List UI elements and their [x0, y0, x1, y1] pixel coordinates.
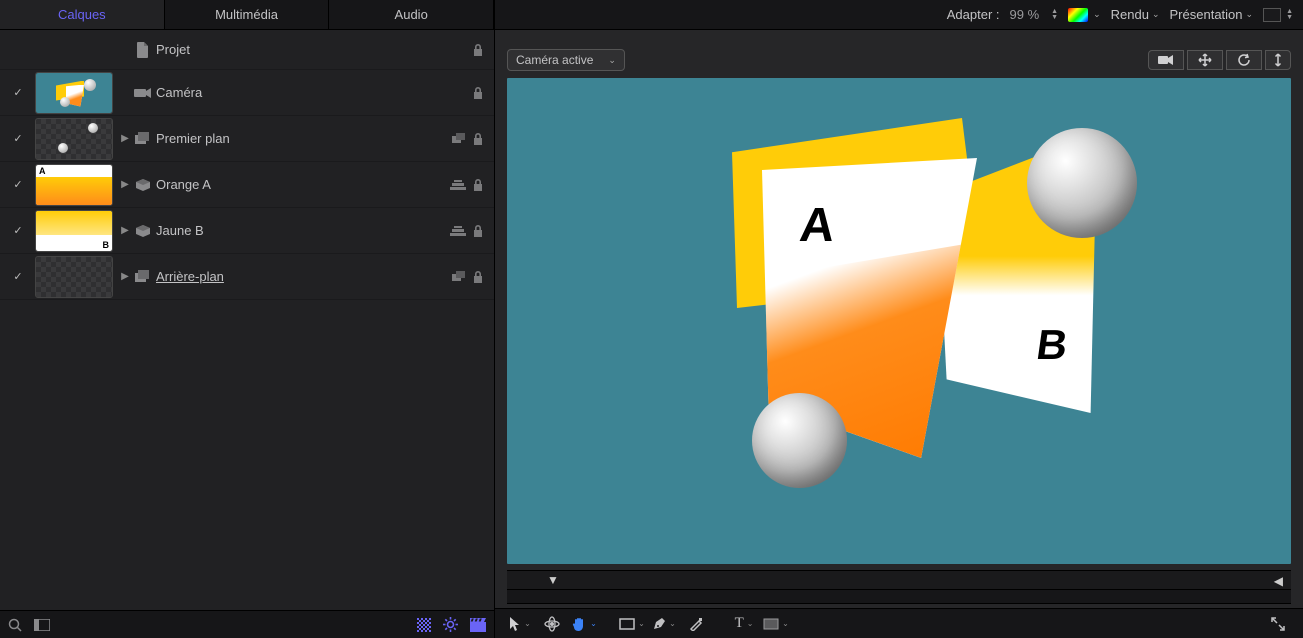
out-point-icon[interactable]: ◀ [1274, 574, 1283, 588]
gear-icon[interactable] [443, 617, 458, 632]
disclosure-triangle-icon[interactable]: ▶ [121, 179, 129, 190]
render-menu[interactable]: Rendu⌄ [1111, 7, 1160, 22]
3d-transform-tool[interactable] [537, 613, 567, 635]
playhead-icon[interactable]: ▼ [547, 573, 559, 587]
mask-icon[interactable] [417, 618, 431, 632]
visibility-checkbox[interactable]: ✓ [11, 132, 25, 146]
select-tool[interactable]: ⌄ [505, 613, 535, 635]
viewer-top-bar: Adapter : 99 % ▲▼ ⌄ Rendu⌄ Présentation⌄… [495, 0, 1303, 30]
dolly-button[interactable] [1265, 50, 1291, 70]
fit-label: Adapter : [947, 7, 1000, 22]
project-label: Projet [156, 42, 472, 57]
layer-name[interactable]: Orange A [156, 177, 450, 192]
canvas-toolbar: ⌄ ⌄ ⌄ ⌄ T⌄ ⌄ [495, 608, 1303, 638]
left-panel: Calques Multimédia Audio Projet ✓ [0, 0, 495, 638]
mini-timeline-ruler[interactable]: ▼ ◀ [507, 570, 1291, 590]
layer-3d-icon [135, 225, 151, 237]
group-icon [135, 270, 151, 284]
sphere-large[interactable] [1027, 128, 1137, 238]
tab-audio[interactable]: Audio [329, 0, 494, 29]
camera-menu-label: Caméra active [516, 53, 593, 67]
visibility-checkbox[interactable]: ✓ [11, 178, 25, 192]
pan-button[interactable] [1187, 50, 1223, 70]
flatten-icon[interactable] [450, 226, 466, 236]
left-tabs: Calques Multimédia Audio [0, 0, 494, 30]
sphere-small[interactable] [752, 393, 847, 488]
lock-icon[interactable] [472, 224, 484, 238]
mini-timeline-track[interactable] [507, 590, 1291, 604]
flatten-icon[interactable] [450, 180, 466, 190]
left-bottom-bar [0, 610, 494, 638]
layer-thumbnail: A [36, 165, 112, 205]
paint-tool[interactable] [681, 613, 711, 635]
layer-row-jaune-b[interactable]: ✓ B ▶ Jaune B [0, 208, 494, 254]
hand-tool[interactable]: ⌄ [569, 613, 599, 635]
canvas-scene: B A [507, 78, 1291, 564]
search-icon[interactable] [8, 618, 22, 632]
letter-a: A [797, 198, 837, 253]
layer-row-background[interactable]: ✓ ▶ Arrière-plan [0, 254, 494, 300]
camera-controls [1148, 50, 1291, 70]
lock-icon[interactable] [472, 132, 484, 146]
color-swatch-icon [1068, 8, 1088, 22]
disclosure-triangle-icon[interactable]: ▶ [121, 271, 129, 282]
layer-thumbnail [36, 119, 112, 159]
link-icon[interactable] [452, 271, 466, 283]
project-row[interactable]: Projet [0, 30, 494, 70]
layer-thumbnail: B [36, 211, 112, 251]
mask-tool[interactable]: ⌄ [761, 613, 791, 635]
layer-row-foreground[interactable]: ✓ ▶ Premier plan [0, 116, 494, 162]
visibility-checkbox[interactable]: ✓ [11, 86, 25, 100]
link-icon[interactable] [452, 133, 466, 145]
project-icon [136, 42, 150, 58]
panel-icon[interactable] [34, 619, 50, 631]
disclosure-triangle-icon[interactable]: ▶ [121, 133, 129, 144]
layer-name[interactable]: Premier plan [156, 131, 452, 146]
disclosure-triangle-icon[interactable]: ▶ [121, 225, 129, 236]
fit-value[interactable]: 99 % [1010, 7, 1040, 22]
text-tool[interactable]: T⌄ [729, 613, 759, 635]
layer-name[interactable]: Jaune B [156, 223, 450, 238]
layer-name[interactable]: Arrière-plan [156, 269, 452, 284]
chevron-down-icon: ⌄ [608, 55, 616, 66]
tab-media[interactable]: Multimédia [165, 0, 330, 29]
orbit-button[interactable] [1226, 50, 1262, 70]
camera-icon [134, 87, 152, 99]
view-label: Présentation [1170, 7, 1243, 22]
canvas[interactable]: B A [507, 78, 1291, 564]
layer-row-orange-a[interactable]: ✓ A ▶ Orange A [0, 162, 494, 208]
lock-icon[interactable] [472, 86, 484, 100]
visibility-checkbox[interactable]: ✓ [11, 270, 25, 284]
layer-3d-icon [135, 179, 151, 191]
active-camera-menu[interactable]: Caméra active ⌄ [507, 49, 625, 71]
render-label: Rendu [1111, 7, 1149, 22]
tab-layers[interactable]: Calques [0, 0, 165, 29]
view-menu[interactable]: Présentation⌄ [1170, 7, 1254, 22]
fit-stepper[interactable]: ▲▼ [1051, 9, 1058, 21]
group-icon [135, 132, 151, 146]
layer-name[interactable]: Caméra [156, 85, 472, 100]
expand-icon[interactable] [1263, 613, 1293, 635]
color-channel-menu[interactable]: ⌄ [1068, 8, 1101, 22]
right-panel: Adapter : 99 % ▲▼ ⌄ Rendu⌄ Présentation⌄… [495, 0, 1303, 638]
layer-thumbnail [36, 257, 112, 297]
layer-thumbnail [36, 73, 112, 113]
rectangle-tool[interactable]: ⌄ [617, 613, 647, 635]
pen-tool[interactable]: ⌄ [649, 613, 679, 635]
reset-camera-button[interactable] [1148, 50, 1184, 70]
layer-row-camera[interactable]: ✓ Caméra [0, 70, 494, 116]
layout-swatch-icon [1263, 8, 1281, 22]
layers-list: Projet ✓ Caméra ✓ [0, 30, 494, 610]
clapboard-icon[interactable] [470, 618, 486, 632]
letter-b: B [1033, 321, 1070, 369]
lock-icon[interactable] [472, 270, 484, 284]
lock-icon[interactable] [472, 43, 484, 57]
layout-menu[interactable]: ▲▼ [1263, 8, 1293, 22]
lock-icon[interactable] [472, 178, 484, 192]
visibility-checkbox[interactable]: ✓ [11, 224, 25, 238]
viewer-area: Caméra active ⌄ B [495, 30, 1303, 608]
